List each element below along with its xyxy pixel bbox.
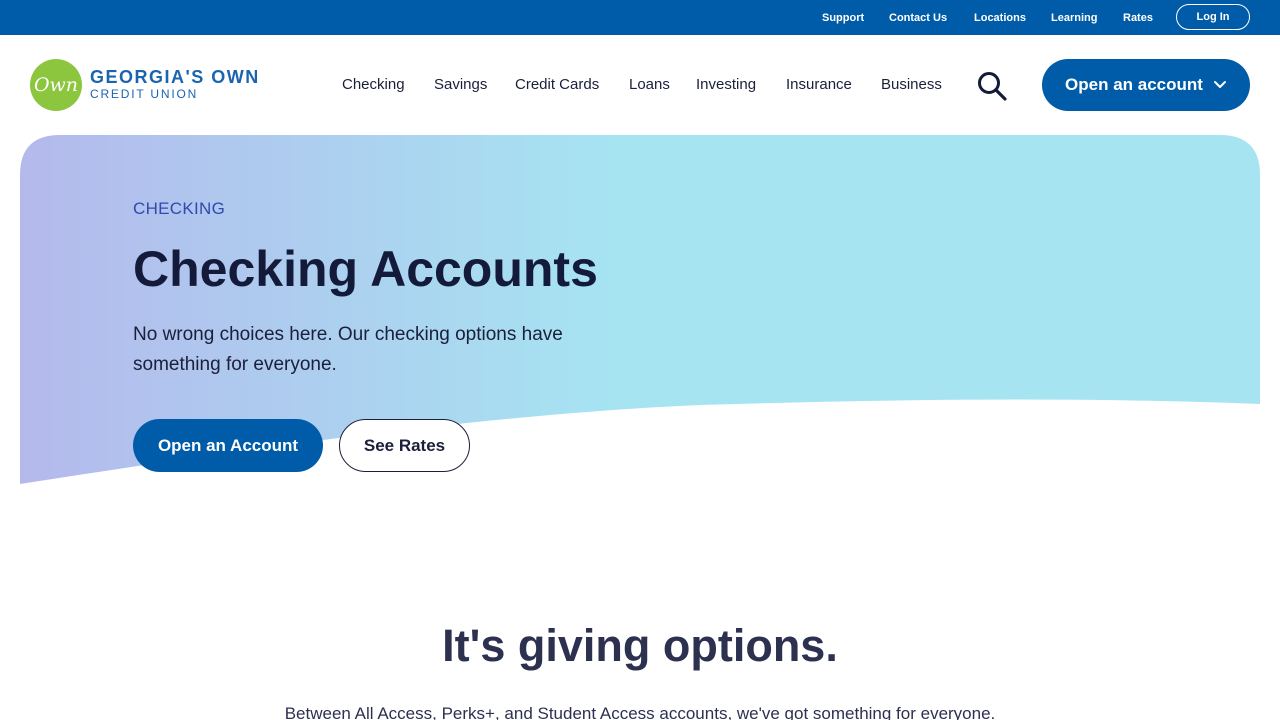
utility-bar: Support Contact Us Locations Learning Ra… — [0, 0, 1280, 35]
utility-link-support[interactable]: Support — [822, 12, 864, 24]
brand-name[interactable]: GEORGIA'S OWN — [90, 67, 260, 88]
utility-link-locations[interactable]: Locations — [974, 12, 1026, 24]
nav-item-savings[interactable]: Savings — [434, 76, 487, 93]
chevron-down-icon — [1213, 81, 1226, 88]
open-account-dropdown-button[interactable]: Open an account — [1042, 59, 1250, 111]
search-icon[interactable] — [976, 71, 1008, 101]
nav-item-insurance[interactable]: Insurance — [786, 76, 852, 93]
logo-mark-text: Own — [33, 74, 79, 96]
hero-description: No wrong choices here. Our checking opti… — [133, 324, 563, 375]
login-button[interactable]: Log In — [1176, 4, 1250, 30]
brand-logo[interactable]: Own — [30, 59, 82, 111]
open-an-account-button[interactable]: Open an Account — [133, 419, 323, 472]
open-account-label: Open an account — [1065, 75, 1203, 94]
section-description: Between All Access, Perks+, and Student … — [284, 704, 996, 720]
utility-link-rates[interactable]: Rates — [1123, 12, 1153, 24]
utility-link-contact-us[interactable]: Contact Us — [889, 12, 947, 24]
see-rates-button[interactable]: See Rates — [339, 419, 470, 472]
nav-item-business[interactable]: Business — [881, 76, 942, 93]
nav-item-loans[interactable]: Loans — [629, 76, 670, 93]
nav-item-investing[interactable]: Investing — [696, 76, 756, 93]
nav-item-checking[interactable]: Checking — [342, 76, 405, 93]
hero-eyebrow: CHECKING — [133, 199, 226, 218]
page-title: Checking Accounts — [133, 241, 598, 297]
nav-item-credit-cards[interactable]: Credit Cards — [515, 76, 599, 93]
brand-subname: CREDIT UNION — [90, 87, 199, 101]
main-header: Own GEORGIA'S OWN CREDIT UNION Checking … — [0, 35, 1280, 135]
section-heading: It's giving options. — [442, 620, 838, 671]
utility-link-learning[interactable]: Learning — [1051, 12, 1097, 24]
